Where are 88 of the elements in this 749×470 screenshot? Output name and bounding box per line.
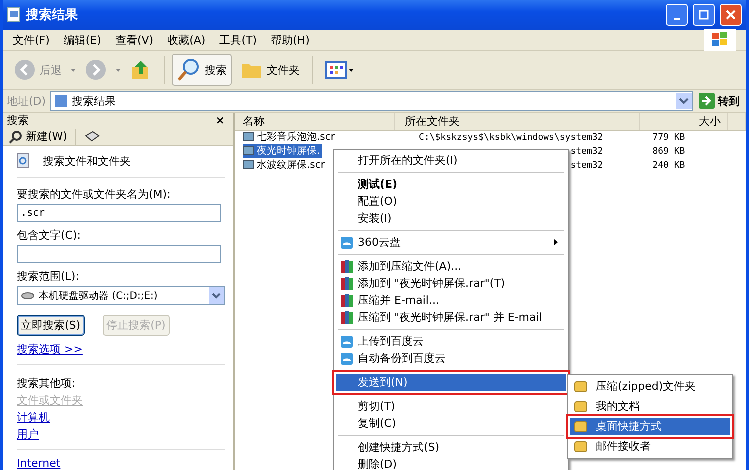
submenu-arrow-icon xyxy=(554,239,558,246)
context-menu-item[interactable]: 删除(D) xyxy=(336,456,566,470)
column-header[interactable]: 所在文件夹 xyxy=(395,113,640,130)
send-target-icon xyxy=(574,400,588,414)
address-label: 地址(D) xyxy=(7,94,46,108)
books-icon xyxy=(341,311,353,324)
search-type-link[interactable]: 用户 xyxy=(17,427,39,442)
submenu-item[interactable]: 我的文档 xyxy=(570,398,730,415)
search-options-link[interactable]: 搜索选项 >> xyxy=(17,342,83,357)
dropdown-arrow-icon[interactable] xyxy=(71,68,76,72)
menu-item[interactable]: 文件(F) xyxy=(13,32,50,48)
size-cell-text: 240 KB xyxy=(652,161,686,171)
books-icon xyxy=(341,294,353,307)
context-menu-item[interactable]: 360云盘 xyxy=(336,234,566,251)
column-header[interactable]: 大小 xyxy=(640,113,728,130)
field-label: 要搜索的文件或文件夹名为(M): xyxy=(17,187,171,202)
magnifier-icon xyxy=(9,130,23,144)
context-menu-item[interactable]: 测试(E) xyxy=(336,176,566,193)
internet-link[interactable]: Internet xyxy=(17,457,61,470)
search-action-button[interactable]: 立即搜索(S) xyxy=(17,315,85,336)
section-label: 搜索其他项: xyxy=(17,376,76,391)
context-menu-item[interactable]: 打开所在的文件夹(I) xyxy=(336,152,566,169)
folder-cell: C:\$kskzsys$\ksbk\windows\system32 xyxy=(419,133,604,143)
folders-button[interactable]: 文件夹 xyxy=(236,56,305,84)
close-button[interactable] xyxy=(720,4,742,26)
name-input-field[interactable]: .scr xyxy=(17,204,221,222)
document-icon xyxy=(7,7,21,23)
folder-cell: stem32 xyxy=(570,147,604,157)
context-menu-item[interactable]: 自动备份到百度云 xyxy=(336,350,566,367)
context-menu-item[interactable]: 安装(I) xyxy=(336,210,566,227)
context-menu-item[interactable]: 剪切(T) xyxy=(336,398,566,415)
context-menu-item[interactable]: 创建快捷方式(S) xyxy=(336,439,566,456)
menu-item[interactable]: 编辑(E) xyxy=(64,32,102,48)
windows-logo-icon xyxy=(704,29,736,51)
search-type-link[interactable]: 计算机 xyxy=(17,410,50,425)
minimize-button[interactable] xyxy=(666,4,688,26)
folder-cell: stem32 xyxy=(570,161,604,171)
cloud-icon xyxy=(341,352,353,364)
send-target-icon xyxy=(574,380,588,394)
menu-item[interactable]: 帮助(H) xyxy=(271,32,310,48)
maximize-button[interactable] xyxy=(693,4,715,26)
column-header[interactable]: 名称 xyxy=(235,113,395,130)
context-menu-item[interactable]: 添加到压缩文件(A)... xyxy=(336,258,566,275)
send-target-icon xyxy=(574,440,588,454)
pane-title: 搜索 xyxy=(7,113,29,128)
pane-heading: 搜索文件和文件夹 xyxy=(43,154,131,168)
window-title: 搜索结果 xyxy=(26,6,78,24)
books-icon xyxy=(341,277,353,290)
cloud-icon xyxy=(341,236,353,248)
screensaver-file-icon xyxy=(243,145,255,157)
size-cell-text: 779 KB xyxy=(652,133,686,143)
send-target-icon xyxy=(574,420,588,434)
search-results-icon xyxy=(54,94,68,108)
minimize-icon xyxy=(674,18,680,20)
search-document-icon xyxy=(17,153,31,169)
submenu-item[interactable]: 邮件接收者 xyxy=(570,438,730,455)
cloud-icon xyxy=(341,336,353,348)
context-menu-item[interactable]: 配置(O) xyxy=(336,193,566,210)
search-button[interactable]: 搜索 xyxy=(172,54,232,86)
context-menu-item[interactable]: 上传到百度云 xyxy=(336,333,566,350)
scope-dropdown[interactable]: 本机硬盘驱动器 (C:;D:;E:) xyxy=(17,286,225,305)
maximize-icon xyxy=(699,10,709,20)
submenu-item[interactable]: 压缩(zipped)文件夹 xyxy=(570,378,730,395)
books-icon xyxy=(341,260,353,273)
file-name-cell[interactable]: 水波纹屏保.scr xyxy=(243,158,327,172)
hard-drive-icon xyxy=(21,290,35,300)
screensaver-file-icon xyxy=(243,159,255,171)
text-input-field[interactable] xyxy=(17,245,221,263)
file-name-cell[interactable]: 七彩音乐泡泡.scr xyxy=(243,130,337,144)
views-icon xyxy=(325,60,355,80)
file-name-cell[interactable]: 夜光时钟屏保. xyxy=(243,144,322,158)
search-icon xyxy=(177,58,201,82)
context-menu-item[interactable]: 添加到 "夜光时钟屏保.rar"(T) xyxy=(336,275,566,292)
context-menu-item[interactable]: 复制(C) xyxy=(336,415,566,432)
context-menu-item[interactable]: 压缩到 "夜光时钟屏保.rar" 并 E-mail xyxy=(336,309,566,326)
close-icon xyxy=(726,10,736,20)
screensaver-file-icon xyxy=(243,131,255,143)
field-label: 包含文字(C): xyxy=(17,228,81,243)
address-field[interactable]: 搜索结果 xyxy=(50,91,693,111)
menu-item[interactable]: 收藏(A) xyxy=(168,32,206,48)
menu-item[interactable]: 查看(V) xyxy=(115,32,154,48)
go-button[interactable]: 转到 xyxy=(697,93,742,109)
context-menu-item[interactable]: 压缩并 E-mail... xyxy=(336,292,566,309)
field-label: 搜索范围(L): xyxy=(17,269,80,284)
menu-item[interactable]: 工具(T) xyxy=(220,32,257,48)
size-cell-text: 869 KB xyxy=(652,147,686,157)
dropdown-arrow-icon[interactable] xyxy=(116,68,121,72)
pane-close-button[interactable]: × xyxy=(212,114,229,127)
